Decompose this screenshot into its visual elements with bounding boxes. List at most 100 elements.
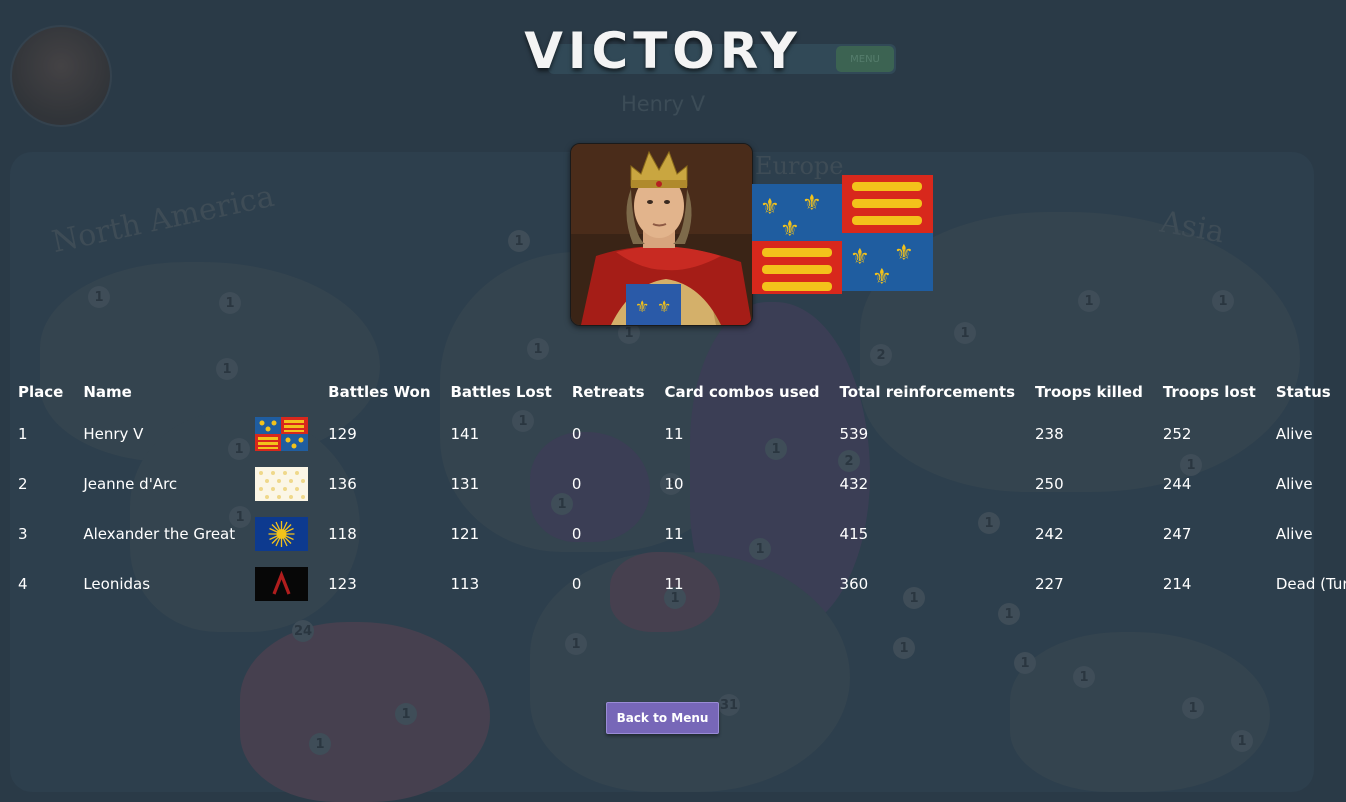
map-label-north-america: North America [48,178,278,261]
cell-flag [245,409,318,459]
cell-flag [245,509,318,559]
header-battles-lost: Battles Lost [450,383,552,401]
territory-token: 1 [954,322,976,344]
henry-v-portrait-image: ⚜ ⚜ [571,144,752,325]
cell-battles-lost: 113 [450,575,480,593]
lambda-sparta-flag-icon [255,567,309,601]
territory-token: 1 [508,230,530,252]
cell-reinforcements: 415 [839,525,869,543]
cell-flag [245,559,318,609]
cell-status: Dead (Turn 17) [1275,575,1346,593]
royal-arms-flag-icon: ⚜ ⚜⚜ ⚜ ⚜⚜ [752,175,933,296]
cell-troops-killed: 238 [1035,425,1064,443]
svg-text:⚜: ⚜ [760,195,780,220]
cell-card-combos: 10 [664,475,684,493]
cell-place: 1 [18,425,28,443]
territory-token: 1 [88,286,110,308]
header-status: Status [1275,383,1331,401]
table-row: 4 Leonidas 123 113 0 11 360 227 214 Dead… [8,559,1346,609]
svg-text:⚜: ⚜ [850,245,870,270]
cell-name: Leonidas [83,575,151,593]
cell-battles-won: 123 [328,575,357,593]
svg-text:⚜: ⚜ [872,265,892,290]
territory-token: 1 [309,733,331,755]
cell-troops-killed: 242 [1035,525,1064,543]
svg-text:⚜: ⚜ [657,297,671,316]
cell-battles-won: 129 [328,425,357,443]
cell-card-combos: 11 [664,575,684,593]
cell-battles-lost: 131 [450,475,480,493]
cell-troops-killed: 250 [1035,475,1064,493]
header-name: Name [83,383,132,401]
vergina-sun-flag-icon [255,517,309,551]
cell-flag [245,459,318,509]
territory-token: 1 [1014,652,1036,674]
cell-troops-lost: 247 [1162,525,1192,543]
cell-battles-lost: 121 [450,525,480,543]
header-battles-won: Battles Won [328,383,431,401]
cell-retreats: 0 [571,425,582,443]
cell-troops-killed: 227 [1035,575,1064,593]
cell-battles-won: 118 [328,525,357,543]
svg-text:⚜: ⚜ [780,217,800,242]
territory-token: 2 [870,344,892,366]
cell-reinforcements: 539 [839,425,869,443]
territory-token: 1 [219,292,241,314]
winner-portrait: ⚜ ⚜ [570,143,753,326]
svg-text:⚜: ⚜ [894,241,914,266]
header-flag [245,375,318,409]
continent-oceania [1010,632,1270,792]
territory-token: 1 [1182,697,1204,719]
territory-token: 1 [1078,290,1100,312]
table-row: 3 Alexander the Great 118 121 0 11 415 2… [8,509,1346,559]
victory-title: VICTORY [524,22,802,80]
cell-name: Jeanne d'Arc [83,475,178,493]
cell-card-combos: 11 [664,525,684,543]
territory-token: 1 [1231,730,1253,752]
cell-retreats: 0 [571,475,582,493]
cell-troops-lost: 244 [1162,475,1192,493]
cell-troops-lost: 214 [1162,575,1192,593]
cell-card-combos: 11 [664,425,684,443]
cell-name: Henry V [83,425,144,443]
cell-name: Alexander the Great [83,525,236,543]
territory-token: 24 [292,620,314,642]
header-retreats: Retreats [571,383,645,401]
header-place: Place [18,383,64,401]
cell-place: 2 [18,475,28,493]
cell-battles-lost: 141 [450,425,480,443]
cell-troops-lost: 252 [1162,425,1192,443]
header-card-combos: Card combos used [664,383,820,401]
cell-place: 3 [18,525,28,543]
results-table: Place Name Battles Won Battles Lost Retr… [8,375,1346,609]
svg-text:⚜: ⚜ [802,191,822,216]
cell-battles-won: 136 [328,475,357,493]
header-troops-lost: Troops lost [1162,383,1256,401]
cell-status: Alive [1275,525,1313,543]
winner-flag: ⚜ ⚜ ⚜ ⚜ ⚜ ⚜ [752,172,933,296]
territory-token: 31 [718,694,740,716]
fleur-de-lis-white-flag-icon [255,467,309,501]
table-row: 2 Jeanne d'Arc 136 131 0 10 432 250 244 … [8,459,1346,509]
cell-status: Alive [1275,475,1313,493]
cell-place: 4 [18,575,28,593]
svg-text:⚜: ⚜ [635,297,649,316]
cell-status: Alive [1275,425,1313,443]
england-france-flag-icon [255,417,309,451]
territory-token: 1 [1073,666,1095,688]
territory-token: 1 [527,338,549,360]
territory-token: 1 [395,703,417,725]
header-troops-killed: Troops killed [1035,383,1143,401]
territory-token: 1 [1212,290,1234,312]
table-row: 1 Henry V 129 141 0 11 539 238 252 Alive [8,409,1346,459]
back-to-menu-button[interactable]: Back to Menu [606,702,719,734]
cell-reinforcements: 432 [839,475,869,493]
cell-reinforcements: 360 [839,575,869,593]
header-reinforcements: Total reinforcements [839,383,1016,401]
territory-token: 1 [893,637,915,659]
cell-retreats: 0 [571,575,582,593]
table-header-row: Place Name Battles Won Battles Lost Retr… [8,375,1346,409]
cell-retreats: 0 [571,525,582,543]
territory-token: 1 [565,633,587,655]
current-player-name: Henry V [620,92,706,116]
